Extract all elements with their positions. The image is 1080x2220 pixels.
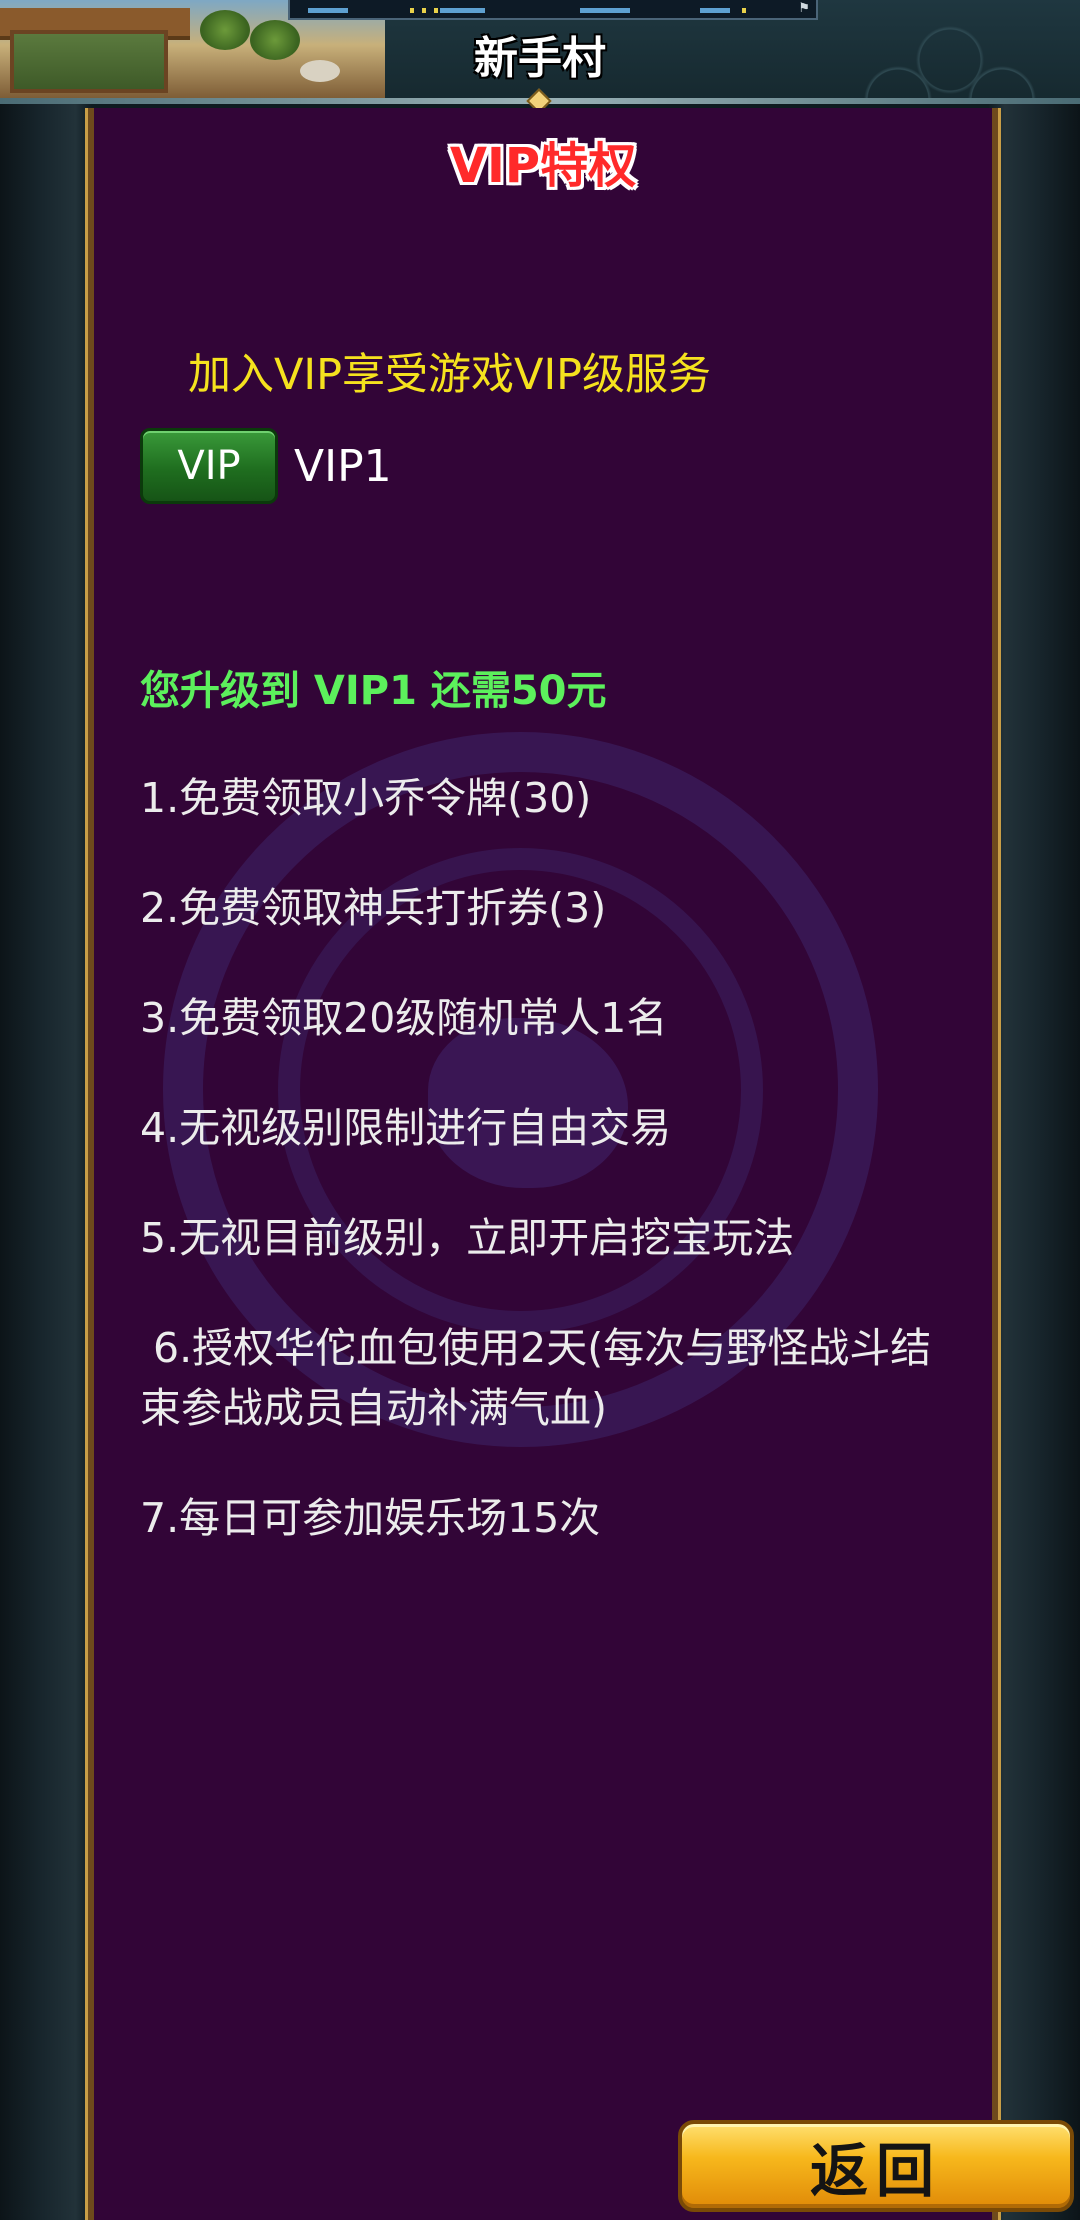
upgrade-requirement-text: 您升级到 VIP1 还需50元 xyxy=(140,668,607,714)
top-bar: ⚑ 新手村 xyxy=(0,0,1080,100)
minimap-segment xyxy=(308,8,348,13)
location-title: 新手村 xyxy=(474,33,606,84)
vip-status-row: VIP VIP1 xyxy=(140,426,392,506)
minimap-marker xyxy=(742,8,746,13)
flag-icon: ⚑ xyxy=(798,1,810,16)
vip-panel: VIP特权 加入VIP享受游戏VIP级服务 VIP VIP1 您升级到 VIP1… xyxy=(85,108,1001,2220)
vip-badge: VIP xyxy=(140,428,278,504)
game-screen: ⚑ 新手村 VIP特权 加入VIP享受游戏VIP级服务 VIP VIP1 您升级… xyxy=(0,0,1080,2220)
minimap-marker xyxy=(422,8,426,13)
privilege-item: 7.每日可参加娱乐场15次 xyxy=(140,1494,601,1542)
privilege-item: 6.授权华佗血包使用2天(每次与野怪战斗结束参战成员自动补满气血) xyxy=(140,1324,932,1432)
minimap-segment xyxy=(440,8,485,13)
minimap[interactable]: ⚑ xyxy=(288,0,818,20)
back-button[interactable]: 返回 xyxy=(678,2120,1074,2212)
privilege-item: 2.免费领取神兵打折券(3) xyxy=(140,884,607,932)
minimap-marker xyxy=(434,8,438,13)
panel-title: VIP特权 xyxy=(449,138,637,194)
privilege-item: 1.免费领取小乔令牌(30) xyxy=(140,774,592,822)
privilege-item: 3.免费领取20级随机常人1名 xyxy=(140,994,668,1042)
vip-level-label: VIP1 xyxy=(294,440,392,492)
minimap-marker xyxy=(410,8,414,13)
privilege-item: 5.无视目前级别，立即开启挖宝玩法 xyxy=(140,1214,795,1262)
privilege-list: 1.免费领取小乔令牌(30) 2.免费领取神兵打折券(3) 3.免费领取20级随… xyxy=(140,768,970,1598)
privilege-item: 4.无视级别限制进行自由交易 xyxy=(140,1104,672,1152)
minimap-segment xyxy=(580,8,630,13)
intro-text: 加入VIP享受游戏VIP级服务 xyxy=(188,350,712,400)
minimap-segment xyxy=(700,8,730,13)
